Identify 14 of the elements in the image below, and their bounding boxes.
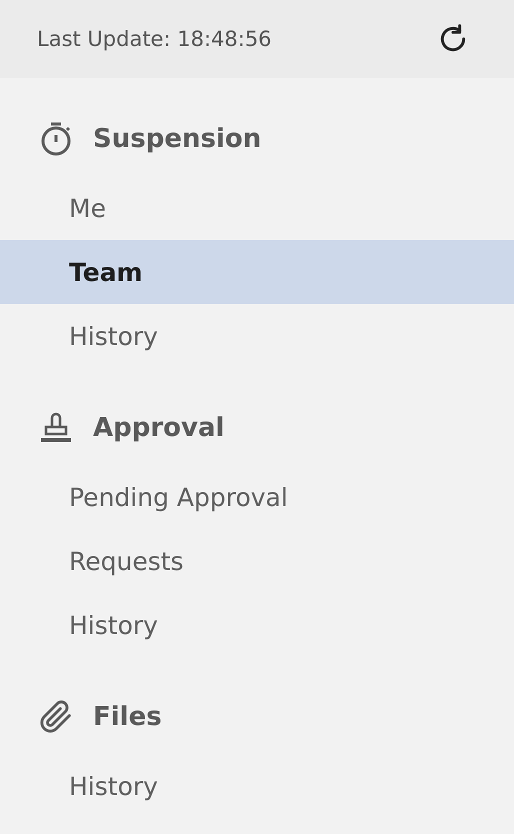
nav-item[interactable]: Me [0,176,514,240]
section-title: Approval [93,413,224,443]
section-title: Files [93,702,162,732]
nav-item[interactable]: History [0,593,514,657]
stamp-icon [39,412,73,444]
section-title: Suspension [93,124,262,154]
nav-item[interactable]: History [0,754,514,818]
nav-item[interactable]: Team [0,240,514,304]
last-update-text: Last Update: 18:48:56 [37,27,272,51]
stopwatch-icon [39,121,73,157]
nav-item[interactable]: History [0,304,514,368]
paperclip-icon [39,700,73,734]
nav-item[interactable]: Pending Approval [0,465,514,529]
nav-item[interactable]: Requests [0,529,514,593]
